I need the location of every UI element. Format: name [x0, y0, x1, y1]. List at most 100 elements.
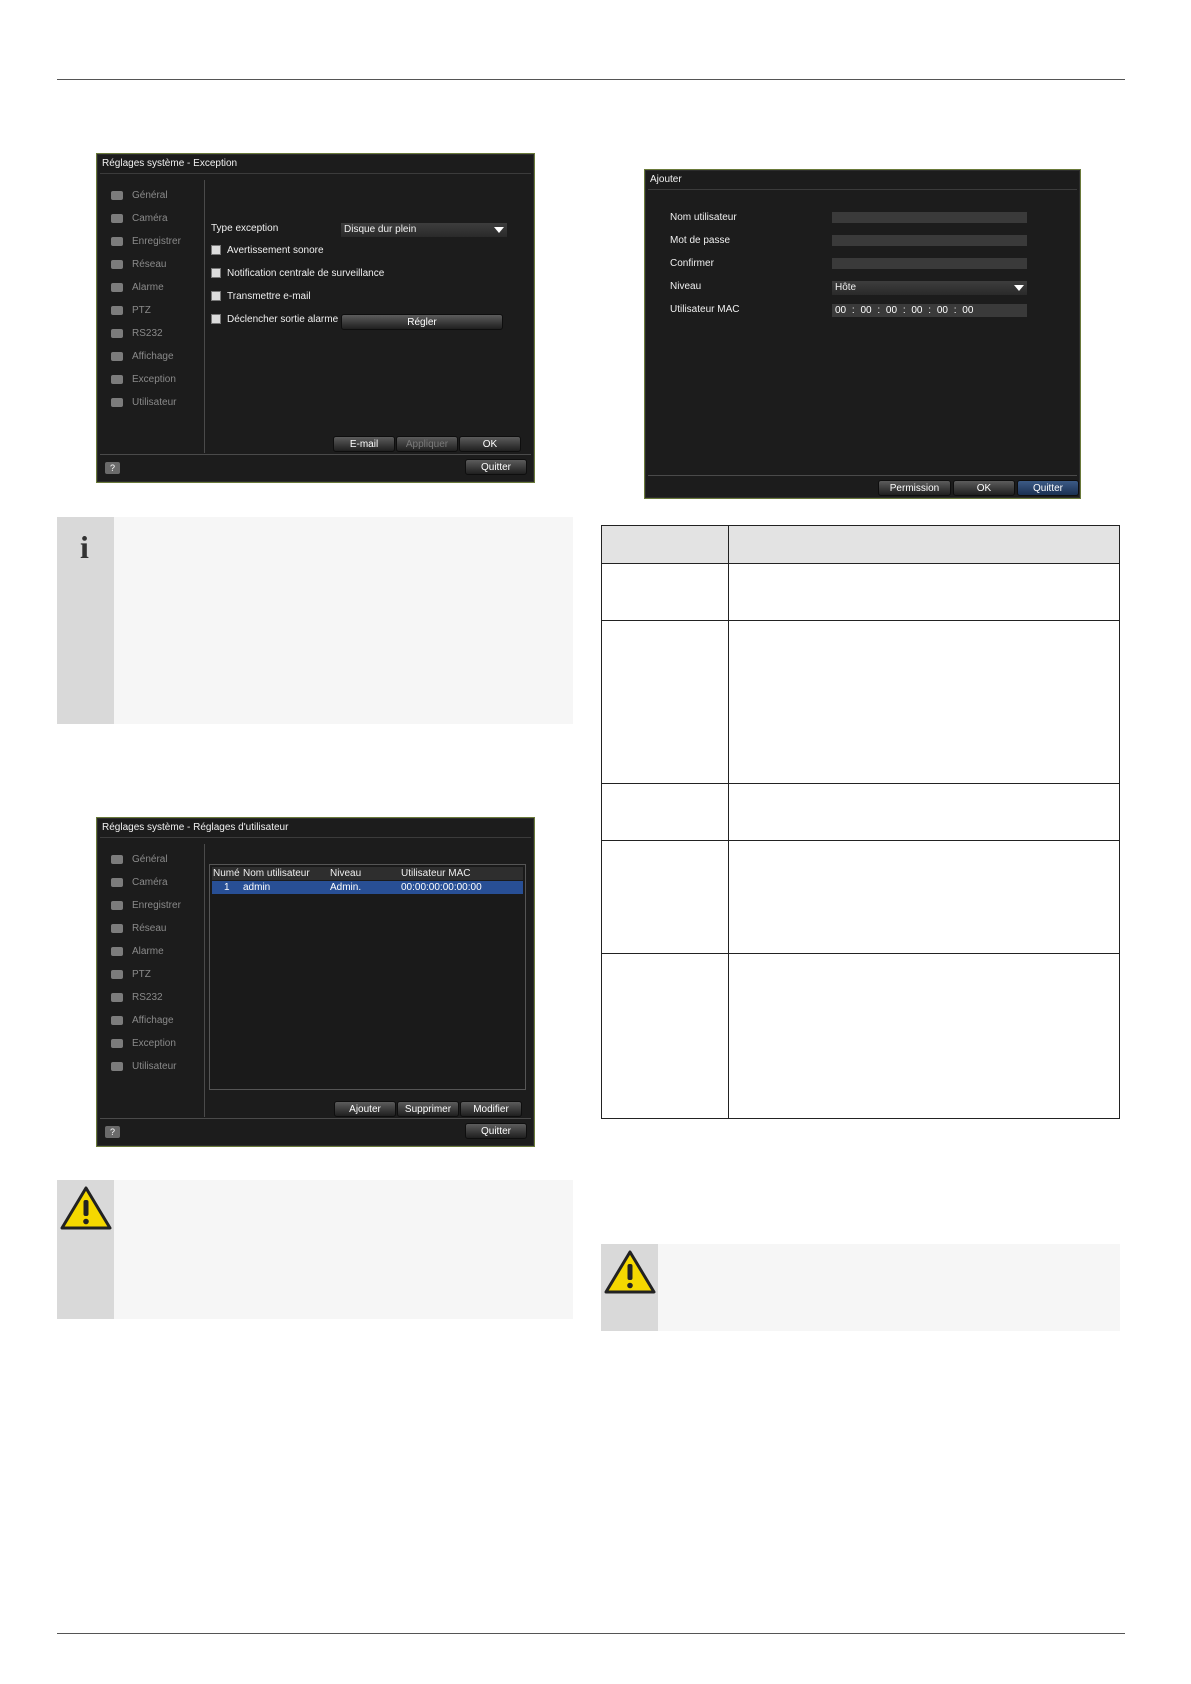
sidebar-item-general[interactable]: Général — [107, 848, 207, 871]
sidebar-item-display[interactable]: Affichage — [107, 1009, 207, 1032]
table-cell — [601, 953, 729, 1119]
table-cell — [728, 620, 1120, 784]
user-settings-window: Réglages système - Réglages d'utilisateu… — [96, 817, 535, 1147]
sidebar-item-label: Réseau — [132, 923, 167, 934]
sidebar-item-label: PTZ — [132, 969, 151, 980]
sidebar-item-display[interactable]: Affichage — [107, 345, 207, 368]
help-icon[interactable]: ? — [105, 1126, 120, 1138]
mac-address-field[interactable]: 00 : 00 : 00 : 00 : 00 : 00 — [832, 304, 1027, 317]
email-button[interactable]: E-mail — [333, 436, 395, 452]
window-title: Ajouter — [650, 174, 682, 185]
regler-button[interactable]: Régler — [341, 314, 503, 330]
permission-button[interactable]: Permission — [878, 480, 951, 496]
sidebar-divider — [204, 844, 205, 1117]
sidebar-item-label: Enregistrer — [132, 900, 181, 911]
ok-button[interactable]: OK — [953, 480, 1015, 496]
level-select[interactable]: Hôte — [832, 281, 1027, 295]
settings-sidebar: Général Caméra Enregistrer Réseau Alarme… — [107, 184, 207, 414]
password-field[interactable] — [832, 235, 1027, 246]
sidebar-item-rs232[interactable]: RS232 — [107, 322, 207, 345]
warning-icon — [60, 1186, 112, 1230]
sidebar-item-label: Utilisateur — [132, 1061, 177, 1072]
quit-button[interactable]: Quitter — [1017, 480, 1079, 496]
confirm-password-field[interactable] — [832, 258, 1027, 269]
sidebar-item-exception[interactable]: Exception — [107, 368, 207, 391]
delete-button[interactable]: Supprimer — [397, 1101, 459, 1117]
notify-center-checkbox[interactable] — [211, 268, 221, 278]
warning-icon — [111, 375, 123, 384]
sidebar-item-label: Général — [132, 854, 168, 865]
ptz-icon — [111, 970, 123, 979]
sidebar-item-rs232[interactable]: RS232 — [107, 986, 207, 1009]
sidebar-item-ptz[interactable]: PTZ — [107, 299, 207, 322]
window-title: Réglages système - Réglages d'utilisateu… — [102, 822, 289, 833]
sidebar-item-record[interactable]: Enregistrer — [107, 894, 207, 917]
table-row — [601, 953, 1120, 1119]
sidebar-item-alarm[interactable]: Alarme — [107, 276, 207, 299]
exception-settings-window: Réglages système - Exception Général Cam… — [96, 153, 535, 483]
alarm-output-checkbox[interactable] — [211, 314, 221, 324]
top-rule — [57, 79, 1125, 80]
audible-warning-checkbox[interactable] — [211, 245, 221, 255]
table-cell — [601, 840, 729, 954]
ok-button[interactable]: OK — [459, 436, 521, 452]
sidebar-item-exception[interactable]: Exception — [107, 1032, 207, 1055]
sidebar-item-user[interactable]: Utilisateur — [107, 391, 207, 414]
warning-icon — [111, 1039, 123, 1048]
send-email-checkbox[interactable] — [211, 291, 221, 301]
warning-icon — [604, 1250, 656, 1294]
table-cell — [601, 563, 729, 621]
description-table — [601, 525, 1120, 1119]
password-label: Mot de passe — [670, 235, 731, 246]
serial-port-icon — [111, 329, 123, 338]
modify-button[interactable]: Modifier — [460, 1101, 522, 1117]
exception-type-select[interactable]: Disque dur plein — [341, 223, 507, 237]
username-field[interactable] — [832, 212, 1027, 223]
column-level: Niveau — [330, 868, 362, 879]
mac-label: Utilisateur MAC — [670, 304, 740, 315]
add-button[interactable]: Ajouter — [334, 1101, 396, 1117]
sidebar-item-label: RS232 — [132, 328, 163, 339]
cell-number: 1 — [224, 882, 230, 893]
sidebar-item-label: Caméra — [132, 877, 168, 888]
sidebar-item-network[interactable]: Réseau — [107, 253, 207, 276]
sidebar-item-ptz[interactable]: PTZ — [107, 963, 207, 986]
confirm-label: Confirmer — [670, 258, 714, 269]
table-cell — [601, 620, 729, 784]
footer-separator — [648, 475, 1077, 476]
help-icon[interactable]: ? — [105, 462, 120, 474]
user-list-table: Numé Nom utilisateur Niveau Utilisateur … — [209, 864, 526, 1090]
window-title: Réglages système - Exception — [102, 158, 238, 169]
apply-button[interactable]: Appliquer — [396, 436, 458, 452]
sidebar-item-general[interactable]: Général — [107, 184, 207, 207]
table-row[interactable]: 1 admin Admin. 00:00:00:00:00:00 — [212, 881, 523, 894]
table-header-row — [601, 525, 1120, 564]
user-icon — [111, 1062, 123, 1071]
title-separator — [100, 837, 531, 838]
username-label: Nom utilisateur — [670, 212, 737, 223]
quit-button[interactable]: Quitter — [465, 459, 527, 475]
sidebar-item-user[interactable]: Utilisateur — [107, 1055, 207, 1078]
sidebar-item-record[interactable]: Enregistrer — [107, 230, 207, 253]
sidebar-item-camera[interactable]: Caméra — [107, 207, 207, 230]
footer-separator — [100, 454, 531, 455]
table-cell — [601, 783, 729, 841]
sidebar-divider — [204, 180, 205, 453]
sidebar-item-camera[interactable]: Caméra — [107, 871, 207, 894]
header-cell — [601, 525, 729, 564]
sidebar-item-label: Exception — [132, 1038, 176, 1049]
cell-level: Admin. — [330, 882, 362, 893]
sidebar-item-label: Réseau — [132, 259, 167, 270]
sidebar-item-label: Affichage — [132, 351, 174, 362]
record-icon — [111, 901, 123, 910]
sidebar-item-alarm[interactable]: Alarme — [107, 940, 207, 963]
record-icon — [111, 237, 123, 246]
camera-icon — [111, 878, 123, 887]
sidebar-item-network[interactable]: Réseau — [107, 917, 207, 940]
table-header: Numé Nom utilisateur Niveau Utilisateur … — [212, 867, 523, 880]
exception-type-label: Type exception — [211, 223, 279, 234]
table-cell — [728, 563, 1120, 621]
quit-button[interactable]: Quitter — [465, 1123, 527, 1139]
bottom-rule — [57, 1633, 1125, 1634]
send-email-label: Transmettre e-mail — [227, 291, 311, 302]
